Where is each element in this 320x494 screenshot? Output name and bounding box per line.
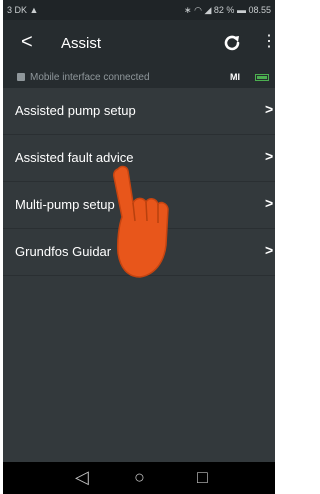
connection-status-text: Mobile interface connected — [30, 72, 150, 83]
nav-recents-icon[interactable]: □ — [197, 467, 208, 487]
carrier-label: 3 DK — [7, 5, 28, 15]
menu-item-label: Grundfos Guidar — [15, 244, 112, 259]
signal-icon: ▲ — [29, 5, 39, 15]
pointing-hand-icon — [113, 165, 169, 278]
status-bar: 3 DK ▲ ∗ ◠ ◢ 82 % ▬ 08.55 — [3, 0, 275, 20]
menu-item-label: Assisted pump setup — [15, 103, 136, 118]
app-bar: < Assist ⋮ — [3, 20, 275, 68]
status-left: 3 DK ▲ — [7, 5, 38, 15]
connected-checkbox-icon — [17, 73, 25, 81]
phone-screen: 3 DK ▲ ∗ ◠ ◢ 82 % ▬ 08.55 < Assist ⋮ Mob… — [3, 0, 275, 494]
mi-battery-icon — [255, 74, 269, 81]
cell-signal-icon: ◢ — [204, 5, 212, 15]
chevron-right-icon: > — [265, 101, 274, 117]
chevron-right-icon: > — [265, 242, 274, 258]
chevron-right-icon: > — [265, 148, 274, 164]
connection-status-bar: Mobile interface connected MI — [3, 68, 275, 88]
refresh-icon[interactable] — [221, 32, 243, 54]
more-vert-icon[interactable]: ⋮ — [261, 32, 275, 52]
battery-icon: ▬ — [236, 5, 246, 15]
chevron-right-icon: > — [265, 195, 274, 211]
mobile-interface-label: MI — [230, 72, 240, 82]
status-right: ∗ ◠ ◢ 82 % ▬ 08.55 — [184, 5, 271, 16]
wifi-icon: ◠ — [194, 5, 202, 15]
page-title: Assist — [61, 35, 102, 52]
menu-item-assisted-pump-setup[interactable]: Assisted pump setup > — [3, 88, 275, 135]
bluetooth-icon: ∗ — [184, 5, 192, 15]
clock: 08.55 — [248, 5, 271, 15]
nav-home-icon[interactable]: ○ — [134, 467, 145, 487]
mi-battery-fill — [257, 76, 267, 79]
back-arrow-icon[interactable]: < — [21, 32, 33, 52]
menu-item-label: Multi-pump setup — [15, 197, 115, 212]
system-navigation-bar: ◁ ○ □ — [3, 462, 275, 494]
nav-back-icon[interactable]: ◁ — [75, 467, 89, 487]
battery-percent: 82 % — [213, 5, 235, 15]
